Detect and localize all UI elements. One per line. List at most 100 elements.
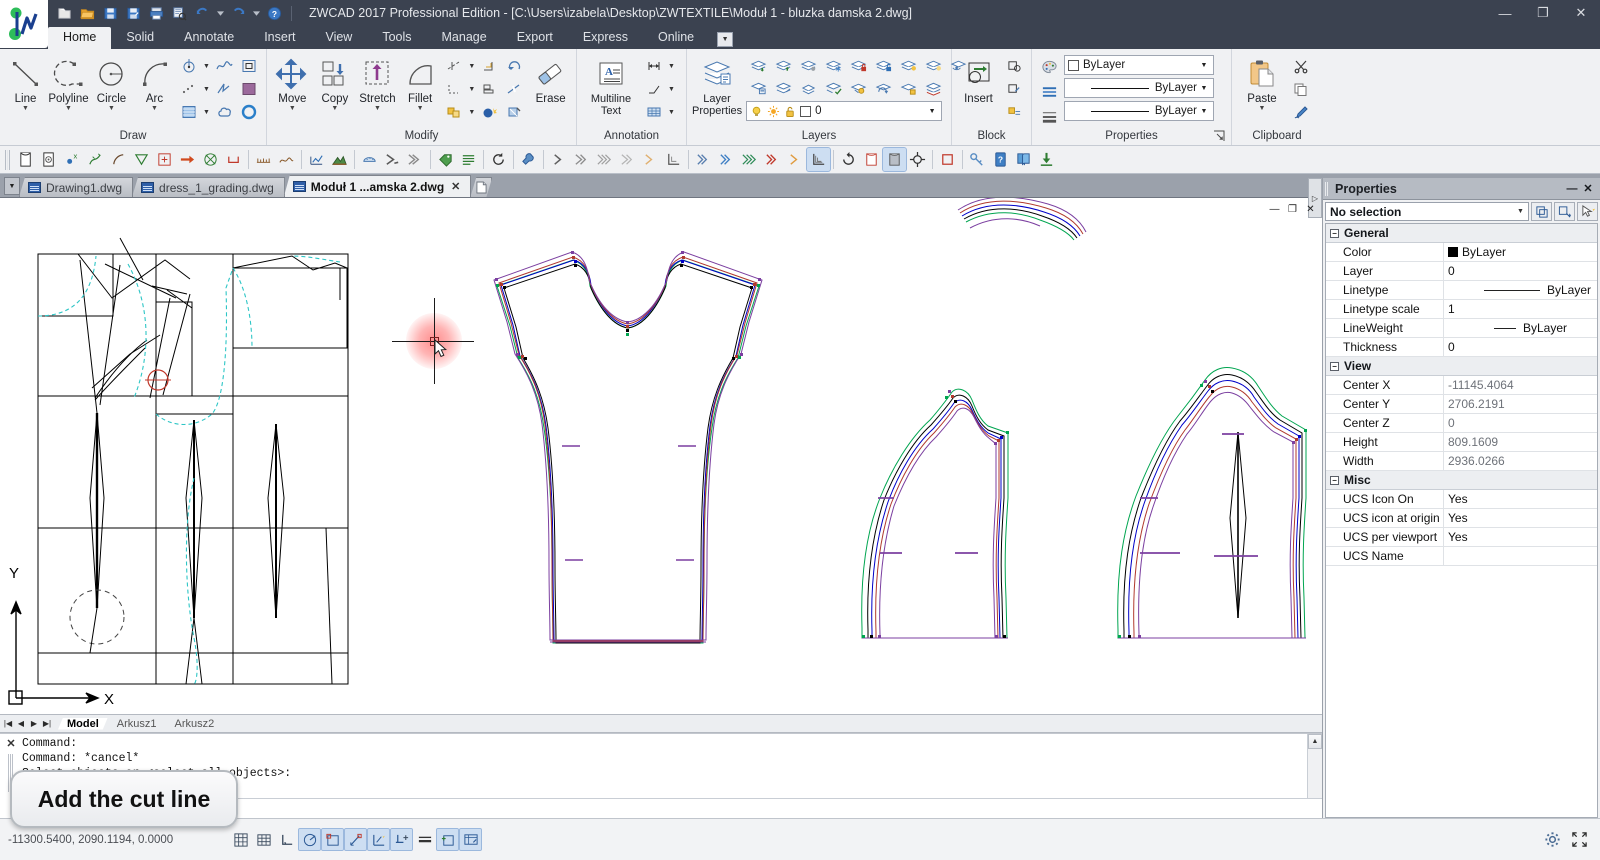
book-icon[interactable] (1012, 148, 1035, 171)
chevron-down-icon[interactable]: ▼ (1197, 62, 1211, 69)
arrow-double-icon[interactable] (381, 148, 404, 171)
shape-filled-icon[interactable] (882, 147, 907, 172)
close-icon[interactable]: ✕ (451, 180, 460, 193)
property-value[interactable]: ByLayer (1444, 319, 1597, 337)
new-document-tab-button[interactable] (470, 177, 492, 197)
dynamic-input-toggle[interactable] (390, 828, 413, 851)
object-color-combo[interactable]: ByLayer ▼ (1064, 55, 1214, 75)
array-icon[interactable] (442, 101, 466, 123)
document-tab-dress-grading[interactable]: dress_1_grading.dwg (132, 177, 285, 197)
terrain-icon[interactable] (328, 148, 351, 171)
fullscreen-icon[interactable] (1571, 831, 1588, 848)
plot-preview-icon[interactable] (169, 3, 189, 23)
point-icon[interactable] (177, 55, 201, 77)
properties-group-general[interactable]: − General (1326, 224, 1597, 243)
panel-grip[interactable] (1325, 181, 1331, 196)
layer-restore-icon[interactable] (871, 77, 895, 99)
layer-delete-icon[interactable] (771, 77, 795, 99)
polyline-button[interactable]: Polyline ▼ (48, 53, 89, 112)
object-snap-toggle[interactable] (321, 828, 344, 851)
property-value[interactable]: Yes (1444, 490, 1597, 508)
break-icon[interactable] (502, 78, 526, 100)
current-layer-combo[interactable]: 0 ▼ (746, 101, 943, 121)
spline-icon[interactable] (212, 55, 236, 77)
layer-freeze-icon[interactable] (821, 54, 845, 76)
light-bulb-icon[interactable] (750, 105, 763, 118)
ribbon-tab-manage[interactable]: Manage (427, 27, 502, 49)
property-value[interactable]: Yes (1444, 509, 1597, 527)
donut-icon[interactable] (237, 101, 261, 123)
divide-icon[interactable] (177, 78, 201, 100)
coordinate-readout[interactable]: -11300.5400, 2090.1194, 0.0000 (0, 834, 230, 846)
property-row-layer[interactable]: Layer 0 (1326, 262, 1597, 281)
layer-off-icon[interactable] (796, 54, 820, 76)
circle-button[interactable]: Circle ▼ (91, 53, 132, 112)
property-row-linetype-scale[interactable]: Linetype scale 1 (1326, 300, 1597, 319)
property-value[interactable]: 0 (1444, 414, 1597, 432)
document-tab-drawing1[interactable]: Drawing1.dwg (19, 177, 134, 197)
scale-icon[interactable] (477, 55, 501, 77)
chevron-1-icon[interactable] (547, 148, 570, 171)
chevron-down-icon[interactable]: ▼ (331, 105, 338, 112)
save-as-icon[interactable] (123, 3, 143, 23)
quick-select-icon[interactable] (1531, 202, 1552, 221)
pick-add-icon[interactable] (1577, 202, 1598, 221)
copy-button[interactable]: Copy ▼ (315, 53, 356, 112)
property-row-width[interactable]: Width 2936.0266 (1326, 452, 1597, 471)
point-tool-icon[interactable]: x (61, 148, 84, 171)
model-space-toggle[interactable] (459, 828, 482, 851)
explode-icon[interactable] (477, 101, 501, 123)
toolbar-grip[interactable] (5, 149, 12, 170)
property-value[interactable]: ByLayer (1444, 243, 1597, 261)
lineweight-stack-icon[interactable] (1037, 106, 1061, 128)
tag-green-icon[interactable] (434, 148, 457, 171)
properties-group-misc[interactable]: − Misc (1326, 471, 1597, 490)
property-value[interactable]: 2936.0266 (1444, 452, 1597, 470)
properties-group-view[interactable]: − View (1326, 357, 1597, 376)
chevron-3-icon[interactable] (593, 148, 616, 171)
arrow-triple-icon[interactable] (404, 148, 427, 171)
layer-match-icon[interactable] (821, 77, 845, 99)
close-icon[interactable]: ✕ (6, 737, 15, 750)
undo-icon[interactable] (192, 3, 212, 23)
create-block-icon[interactable] (1002, 55, 1026, 77)
ruler-icon[interactable] (252, 148, 275, 171)
properties-dialog-launcher-icon[interactable] (1213, 130, 1225, 142)
chevron-down-icon[interactable]: ▼ (22, 105, 29, 112)
layout-tab-arkusz2[interactable]: Arkusz2 (166, 718, 224, 730)
layer-lock-fade-icon[interactable] (896, 77, 920, 99)
layer-properties-button[interactable]: Layer Properties (692, 53, 742, 117)
arc-tool-icon[interactable] (107, 148, 130, 171)
erase-button[interactable]: Erase (530, 53, 571, 105)
table-icon[interactable] (642, 101, 666, 123)
collapse-toggle-icon[interactable]: − (1330, 361, 1339, 371)
new-file-icon[interactable] (54, 3, 74, 23)
chevron-down-icon[interactable]: ▼ (1197, 85, 1211, 92)
hatch-pattern-icon[interactable] (358, 148, 381, 171)
property-value[interactable]: -11145.4064 (1444, 376, 1597, 394)
shape-outline-icon[interactable] (860, 148, 883, 171)
insert-block-button[interactable]: Insert (957, 53, 1000, 105)
layer-unisolate-icon[interactable] (921, 54, 945, 76)
help-blue-icon[interactable]: ? (989, 148, 1012, 171)
chevron-down-icon[interactable]: ▼ (467, 109, 476, 116)
layer-change-icon[interactable] (796, 77, 820, 99)
chevron-2-icon[interactable] (570, 148, 593, 171)
open-file-icon[interactable] (77, 3, 97, 23)
property-value[interactable]: 2706.2191 (1444, 395, 1597, 413)
rotate-icon[interactable] (502, 55, 526, 77)
drawing-minimize-button[interactable]: — (1267, 202, 1282, 216)
ribbon-tab-express[interactable]: Express (568, 27, 643, 49)
cross-mark-icon[interactable] (199, 148, 222, 171)
property-value[interactable]: ByLayer (1444, 281, 1597, 299)
property-row-center-z[interactable]: Center Z 0 (1326, 414, 1597, 433)
chevron-down-icon[interactable]: ▼ (151, 105, 158, 112)
ribbon-tab-insert[interactable]: Insert (249, 27, 310, 49)
layout-tab-model[interactable]: Model (58, 718, 108, 730)
chevron-down-icon[interactable]: ▼ (202, 86, 211, 93)
window-restore-button[interactable]: ❐ (1524, 0, 1562, 26)
chevron-down-icon[interactable]: ▼ (108, 105, 115, 112)
previous-layout-icon[interactable]: ◀ (15, 719, 27, 728)
refresh-icon[interactable] (487, 148, 510, 171)
polygon-tool-icon[interactable] (130, 148, 153, 171)
